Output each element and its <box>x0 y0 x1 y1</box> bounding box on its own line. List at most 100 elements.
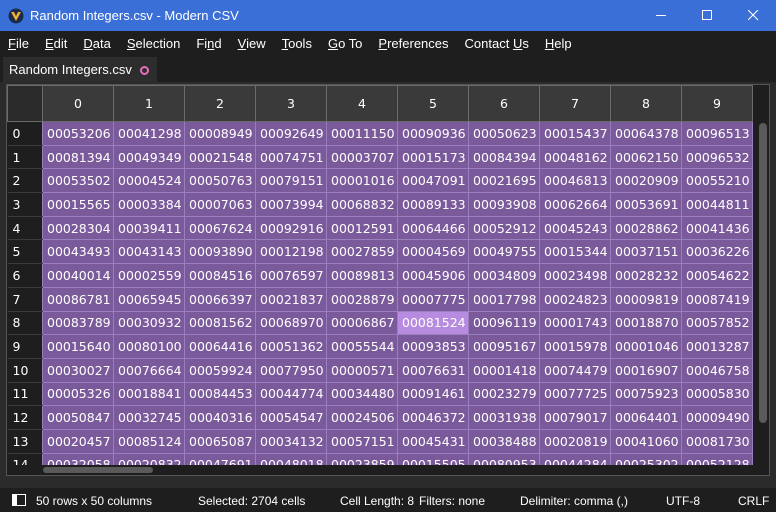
grid-cell[interactable]: 00018870 <box>610 310 682 336</box>
grid-cell[interactable]: 00028862 <box>610 215 682 241</box>
grid-cell[interactable]: 00076664 <box>113 357 185 383</box>
menu-item-selection[interactable]: Selection <box>119 36 188 51</box>
grid-cell[interactable]: 00030027 <box>42 357 114 383</box>
row-header[interactable]: 11 <box>7 382 43 407</box>
grid-cell[interactable]: 00028879 <box>326 286 398 312</box>
grid-cell[interactable]: 00068970 <box>255 310 327 336</box>
row-header[interactable]: 4 <box>7 216 43 241</box>
row-header[interactable]: 7 <box>7 287 43 312</box>
spreadsheet-grid[interactable]: 0123456789 0 00053206 00041298 00008949 0009… <box>6 84 770 476</box>
grid-cell[interactable]: 00001016 <box>326 168 398 194</box>
horizontal-scroll-thumb[interactable] <box>43 467 153 473</box>
grid-cell[interactable]: 00064378 <box>610 121 682 146</box>
grid-cell[interactable]: 00068832 <box>326 192 398 217</box>
grid-cell[interactable]: 00031938 <box>468 405 540 430</box>
grid-cell[interactable]: 00089813 <box>326 263 398 288</box>
grid-cell[interactable]: 00044774 <box>255 381 327 407</box>
row-header[interactable]: 1 <box>7 145 43 170</box>
row-header[interactable]: 13 <box>7 429 43 454</box>
grid-cell[interactable]: 00079151 <box>255 168 327 194</box>
grid-cell[interactable]: 00046813 <box>539 168 611 194</box>
grid-cell[interactable]: 00013287 <box>681 334 753 359</box>
grid-cell[interactable]: 00012198 <box>255 239 327 265</box>
grid-cell[interactable]: 00079017 <box>539 405 611 430</box>
grid-cell[interactable]: 00093908 <box>468 192 540 217</box>
grid-cell[interactable]: 00081394 <box>42 144 114 170</box>
grid-cell[interactable]: 00003384 <box>113 192 185 217</box>
grid-cell[interactable]: 00041060 <box>610 428 682 454</box>
menu-item-contact-us[interactable]: Contact Us <box>457 36 537 51</box>
grid-cell[interactable]: 00044811 <box>681 192 753 217</box>
grid-cell[interactable]: 00046758 <box>681 357 753 383</box>
grid-cell[interactable]: 00034480 <box>326 381 398 407</box>
status-encoding[interactable]: UTF-8 <box>666 494 700 508</box>
menu-item-help[interactable]: Help <box>537 36 580 51</box>
grid-cell[interactable]: 00001743 <box>539 310 611 336</box>
grid-cell[interactable]: 00028232 <box>610 263 682 288</box>
grid-cell[interactable]: 00015640 <box>42 334 114 359</box>
grid-cell[interactable]: 00039411 <box>113 215 185 241</box>
grid-cell[interactable]: 00045243 <box>539 215 611 241</box>
grid-cell[interactable]: 00095167 <box>468 334 540 359</box>
grid-cell[interactable]: 00006867 <box>326 310 398 336</box>
grid-cell[interactable]: 00043143 <box>113 239 185 265</box>
status-filters[interactable]: Filters: none <box>419 494 485 508</box>
status-line-ending[interactable]: CRLF <box>738 494 769 508</box>
grid-cell[interactable]: 00003707 <box>326 144 398 170</box>
menu-item-find[interactable]: Find <box>188 36 229 51</box>
row-header[interactable]: 0 <box>7 121 43 146</box>
grid-cell[interactable]: 00040014 <box>42 263 114 288</box>
grid-cell[interactable]: 00093853 <box>397 334 469 359</box>
grid-cell[interactable]: 00096532 <box>681 144 753 170</box>
grid-cell[interactable]: 00057151 <box>326 428 398 454</box>
grid-cell[interactable]: 00001418 <box>468 357 540 383</box>
grid-cell[interactable]: 00015344 <box>539 239 611 265</box>
file-tab[interactable]: Random Integers.csv <box>3 57 157 82</box>
grid-cell[interactable]: 00036226 <box>681 239 753 265</box>
row-header[interactable]: 2 <box>7 168 43 194</box>
grid-cell[interactable]: 00038488 <box>468 428 540 454</box>
grid-cell[interactable]: 00009819 <box>610 286 682 312</box>
grid-cell[interactable]: 00030932 <box>113 310 185 336</box>
grid-cell[interactable]: 00045906 <box>397 263 469 288</box>
vertical-scrollbar[interactable] <box>757 85 769 475</box>
grid-cell[interactable]: 00096513 <box>681 121 753 146</box>
grid-cell[interactable]: 00017798 <box>468 286 540 312</box>
column-header[interactable]: 3 <box>255 85 327 122</box>
grid-cell[interactable]: 00076631 <box>397 357 469 383</box>
grid-cell[interactable]: 00021548 <box>184 144 256 170</box>
grid-cell[interactable]: 00086781 <box>42 286 114 312</box>
grid-cell[interactable]: 00001046 <box>610 334 682 359</box>
title-bar[interactable]: Random Integers.csv - Modern CSV <box>0 0 776 31</box>
grid-cell[interactable]: 00021837 <box>255 286 327 312</box>
grid-cell[interactable]: 00005830 <box>681 381 753 407</box>
grid-cell[interactable]: 00002559 <box>113 263 185 288</box>
grid-cell[interactable]: 00037151 <box>610 239 682 265</box>
grid-cell[interactable]: 00045431 <box>397 428 469 454</box>
horizontal-scrollbar[interactable] <box>7 465 757 475</box>
grid-cell[interactable]: 00065087 <box>184 428 256 454</box>
select-all-corner[interactable] <box>7 85 43 122</box>
column-header[interactable]: 7 <box>539 85 611 122</box>
grid-cell[interactable]: 00059924 <box>184 357 256 383</box>
vertical-scroll-thumb[interactable] <box>759 123 767 423</box>
menu-item-file[interactable]: File <box>0 36 37 51</box>
grid-cell[interactable]: 00053502 <box>42 168 114 194</box>
grid-cell[interactable]: 00084516 <box>184 263 256 288</box>
grid-cell[interactable]: 00074479 <box>539 357 611 383</box>
grid-cell[interactable]: 00064401 <box>610 405 682 430</box>
grid-cell[interactable]: 00096119 <box>468 310 540 336</box>
grid-cell[interactable]: 00015978 <box>539 334 611 359</box>
grid-cell[interactable]: 00004524 <box>113 168 185 194</box>
grid-cell[interactable]: 00091461 <box>397 381 469 407</box>
maximize-button[interactable] <box>684 0 730 31</box>
grid-cell[interactable]: 00092916 <box>255 215 327 241</box>
grid-cell[interactable]: 00024823 <box>539 286 611 312</box>
grid-cell[interactable]: 00034809 <box>468 263 540 288</box>
grid-cell[interactable]: 00021695 <box>468 168 540 194</box>
grid-cell[interactable]: 00064416 <box>184 334 256 359</box>
grid-cell[interactable]: 00076597 <box>255 263 327 288</box>
close-button[interactable] <box>730 0 776 31</box>
grid-cell[interactable]: 00093890 <box>184 239 256 265</box>
grid-cell[interactable]: 00075923 <box>610 381 682 407</box>
